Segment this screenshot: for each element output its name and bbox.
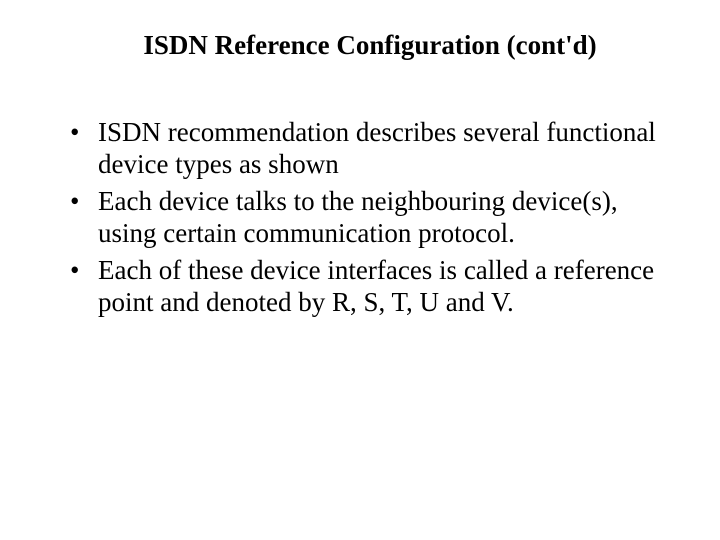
list-item: Each device talks to the neighbouring de… [70,185,660,250]
list-item: ISDN recommendation describes several fu… [70,116,660,181]
list-item: Each of these device interfaces is calle… [70,254,660,319]
slide-title: ISDN Reference Configuration (cont'd) [50,30,660,61]
bullet-list: ISDN recommendation describes several fu… [50,116,660,318]
